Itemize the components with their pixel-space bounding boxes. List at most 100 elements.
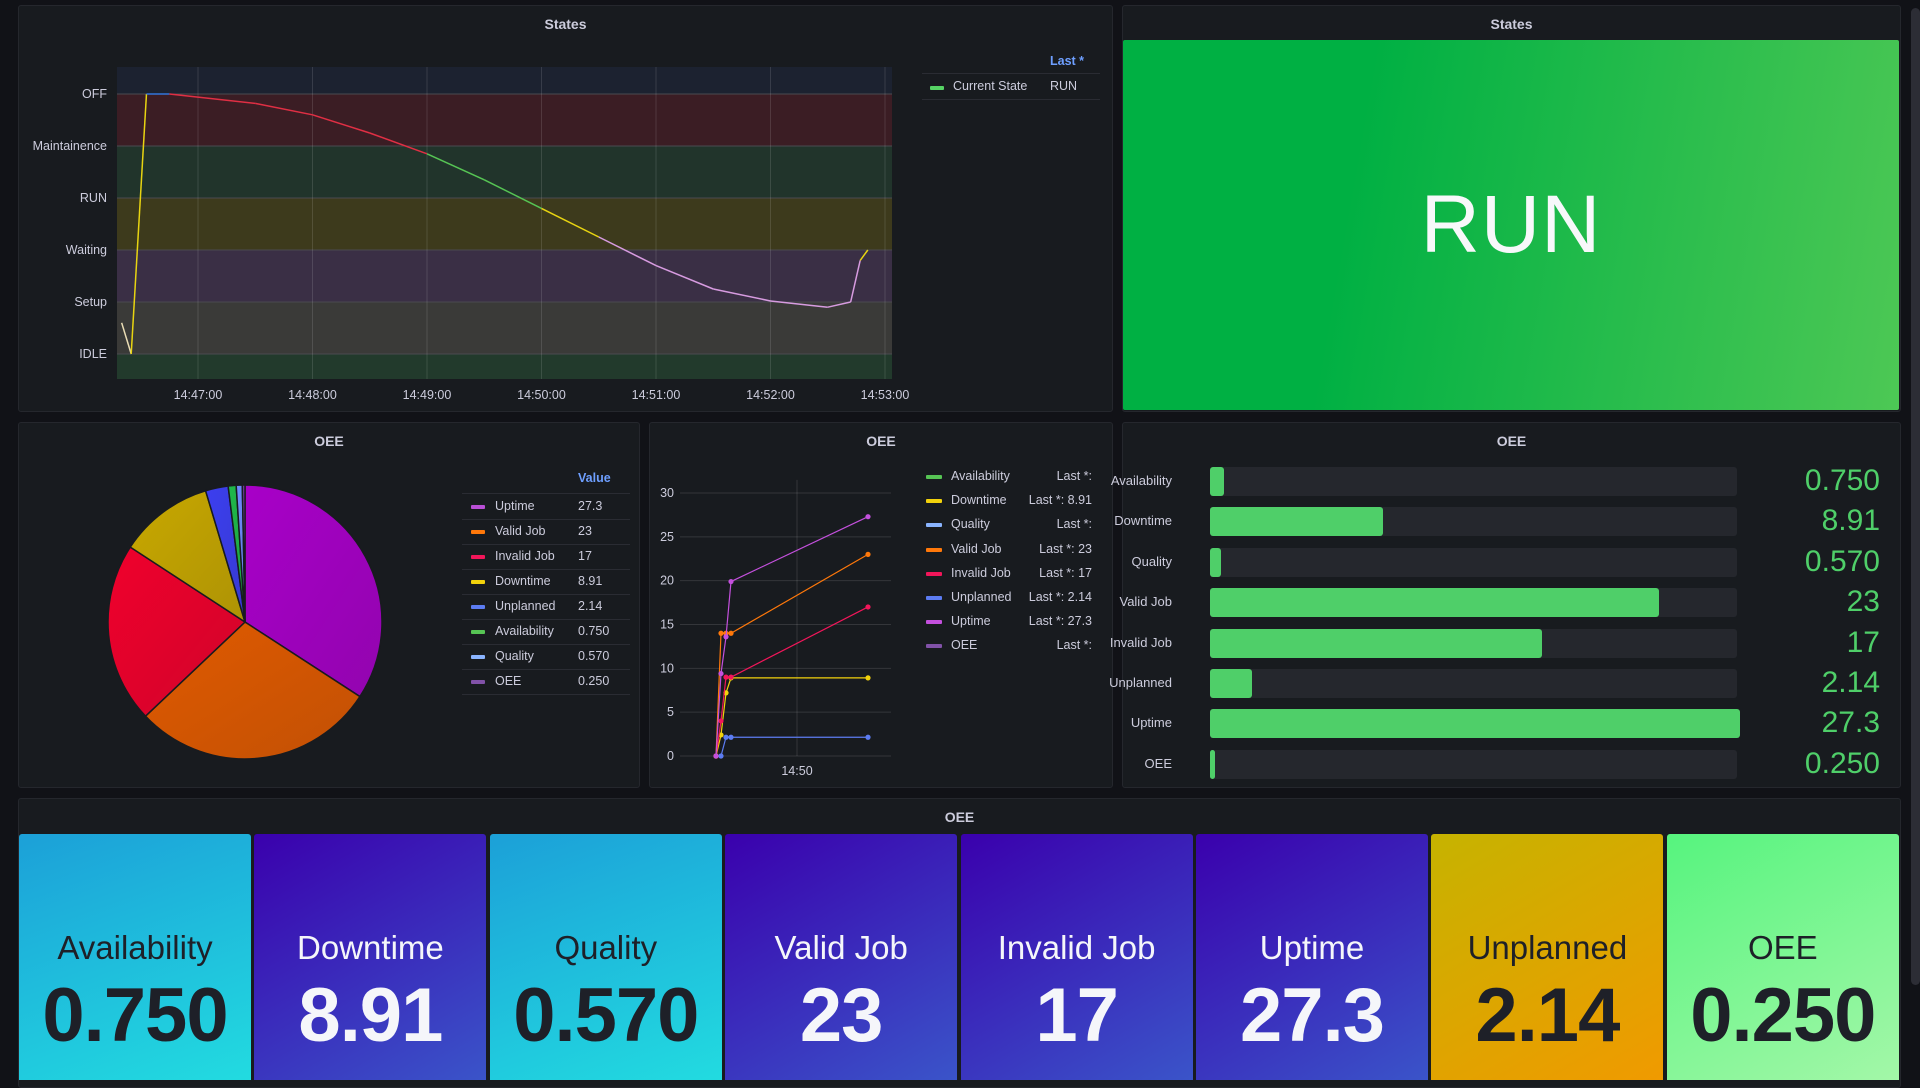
legend-swatch-icon xyxy=(471,680,485,684)
stat-tile-quality[interactable]: Quality 0.570 xyxy=(489,834,722,1080)
legend-label: OEE xyxy=(495,674,522,688)
legend-item-availability[interactable]: Availability 0.750 xyxy=(462,620,630,644)
y-tick-label: 0 xyxy=(667,749,674,763)
legend-item-quality[interactable]: Quality Last *: xyxy=(926,516,1092,534)
bar-track-unplanned xyxy=(1210,669,1737,698)
legend-item-oee[interactable]: OEE 0.250 xyxy=(462,670,630,694)
legend-value: 17 xyxy=(578,549,592,563)
stat-tile-oee[interactable]: OEE 0.250 xyxy=(1666,834,1899,1080)
legend-item-downtime[interactable]: Downtime Last *: 8.91 xyxy=(926,492,1092,510)
x-tick-label: 14:49:00 xyxy=(403,388,452,402)
data-point[interactable] xyxy=(865,675,871,681)
states-chart[interactable]: 14:47:00 14:48:00 14:49:00 14:50:00 14:51:00… xyxy=(0,0,1120,412)
panel-title[interactable]: OEE xyxy=(19,809,1900,825)
legend-item-downtime[interactable]: Downtime 8.91 xyxy=(462,570,630,594)
stat-tile-downtime[interactable]: Downtime 8.91 xyxy=(254,834,487,1080)
legend-item-unplanned[interactable]: Unplanned Last *: 2.14 xyxy=(926,589,1092,607)
series-line-unplanned[interactable] xyxy=(716,736,868,757)
y-tick-label: 25 xyxy=(660,530,674,544)
data-point[interactable] xyxy=(728,630,734,636)
series-line-uptime[interactable] xyxy=(715,516,869,757)
legend-swatch-icon xyxy=(926,547,942,552)
oee-line-chart[interactable]: 0 5 10 15 20 25 30 14:50 xyxy=(649,422,929,788)
legend-label: Quality xyxy=(495,649,534,663)
bar-fill-valid-job xyxy=(1210,588,1660,618)
panel-title[interactable]: OEE xyxy=(1123,433,1900,449)
oee-pie-chart[interactable] xyxy=(90,470,400,770)
stat-label: Downtime xyxy=(297,929,444,966)
data-point[interactable] xyxy=(865,514,871,520)
legend-label: Availability xyxy=(951,469,1010,483)
data-point[interactable] xyxy=(713,753,719,759)
legend-item-valid-job[interactable]: Valid Job 23 xyxy=(462,520,630,544)
data-point[interactable] xyxy=(728,578,734,585)
bar-value-availability: 0.750 xyxy=(1804,464,1880,497)
legend-item-uptime[interactable]: Uptime 27.3 xyxy=(462,495,630,519)
legend-value: 0.750 xyxy=(578,624,610,638)
data-point[interactable] xyxy=(728,674,734,680)
data-point[interactable] xyxy=(718,670,724,677)
legend-value: 0.570 xyxy=(578,649,610,663)
stat-value: 8.91 xyxy=(298,973,443,1058)
legend-item-oee[interactable]: OEE Last *: xyxy=(926,637,1092,655)
bar-track-availability xyxy=(1210,467,1737,496)
bar-label-valid-job: Valid Job xyxy=(1119,594,1172,610)
legend-item-quality[interactable]: Quality 0.570 xyxy=(462,645,630,669)
legend-divider xyxy=(462,493,630,494)
series-line-valid-job[interactable] xyxy=(715,553,869,757)
legend-label: Quality xyxy=(951,517,990,532)
legend-value: Last *: xyxy=(1056,469,1092,483)
bar-label-uptime: Uptime xyxy=(1130,715,1172,731)
data-point[interactable] xyxy=(718,718,724,724)
legend-item-invalid-job[interactable]: Invalid Job 17 xyxy=(462,545,630,569)
data-point[interactable] xyxy=(723,734,729,740)
bar-value-quality: 0.570 xyxy=(1804,544,1880,578)
bar-value-unplanned: 2.14 xyxy=(1821,666,1880,699)
panel-title[interactable]: OEE xyxy=(19,433,639,449)
stat-label: OEE xyxy=(1747,929,1818,966)
data-point[interactable] xyxy=(865,734,871,740)
stat-value: 0.570 xyxy=(513,973,699,1058)
legend-value: 2.14 xyxy=(578,599,603,613)
legend-label: Current State xyxy=(953,79,1028,93)
bar-fill-invalid-job xyxy=(1210,628,1543,658)
stat-tile-uptime[interactable]: Uptime 27.3 xyxy=(1196,834,1428,1080)
legend-item-invalid-job[interactable]: Invalid Job Last *: 17 xyxy=(926,565,1092,583)
legend-swatch-icon xyxy=(926,571,942,576)
legend-header-value[interactable]: Value xyxy=(578,471,611,485)
data-point[interactable] xyxy=(718,753,724,759)
legend-swatch-icon xyxy=(471,530,485,534)
legend-divider xyxy=(922,73,1100,74)
stat-tile-availability[interactable]: Availability 0.750 xyxy=(19,834,251,1080)
legend-label: Downtime xyxy=(495,574,551,588)
data-point[interactable] xyxy=(723,674,729,680)
legend-item-availability[interactable]: Availability Last *: xyxy=(926,468,1092,486)
state-band xyxy=(117,94,892,146)
stat-tile-unplanned[interactable]: Unplanned 2.14 xyxy=(1431,834,1664,1080)
legend-swatch-icon xyxy=(471,605,485,609)
x-tick-label: 14:53:00 xyxy=(861,388,910,402)
state-band xyxy=(117,67,892,94)
x-tick-label: 14:50:00 xyxy=(517,388,566,402)
stat-tile-valid-job[interactable]: Valid Job 23 xyxy=(725,834,958,1080)
legend-item-valid-job[interactable]: Valid Job Last *: 23 xyxy=(926,541,1092,559)
y-tick-label: Maintainence xyxy=(33,139,107,153)
stat-tile-invalid-job[interactable]: Invalid Job 17 xyxy=(960,834,1193,1080)
bar-track-invalid-job xyxy=(1210,628,1737,658)
legend-swatch-icon xyxy=(926,475,942,479)
legend-header-last[interactable]: Last * xyxy=(1050,54,1084,68)
panel-title[interactable]: States xyxy=(1123,16,1900,32)
data-point[interactable] xyxy=(865,551,871,557)
y-tick-label: Waiting xyxy=(66,243,107,257)
stat-value: 23 xyxy=(799,973,884,1058)
data-point[interactable] xyxy=(723,634,729,640)
current-state-stat: RUN xyxy=(1123,40,1899,410)
data-point[interactable] xyxy=(728,734,734,740)
data-point[interactable] xyxy=(865,604,871,610)
page-scrollbar[interactable] xyxy=(1911,8,1920,985)
series-line-downtime[interactable] xyxy=(715,677,868,757)
legend-item-uptime[interactable]: Uptime Last *: 27.3 xyxy=(926,613,1092,631)
data-point[interactable] xyxy=(718,630,724,636)
bar-track-uptime xyxy=(1210,709,1740,739)
legend-item-unplanned[interactable]: Unplanned 2.14 xyxy=(462,595,630,619)
